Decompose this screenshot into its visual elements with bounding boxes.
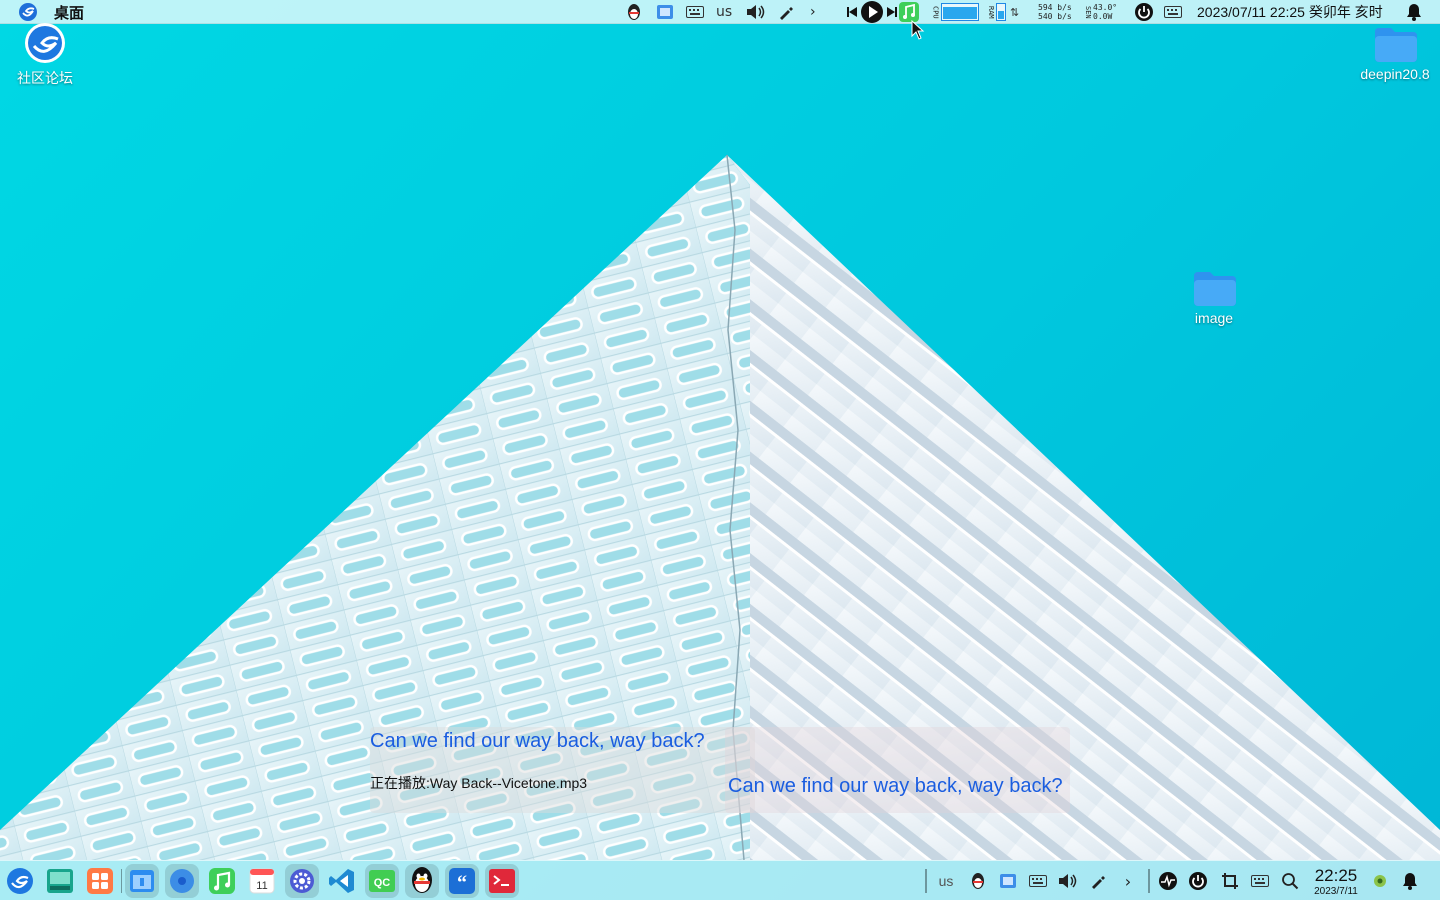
dock-app-qq[interactable] (405, 864, 439, 898)
sensor-label-icon: SEN (1084, 5, 1092, 19)
next-track-icon[interactable] (886, 0, 898, 24)
volume-icon[interactable] (746, 0, 766, 24)
network-speed: 594 b/s 540 b/s (1038, 3, 1072, 21)
dock-separator (1148, 869, 1150, 893)
screen-crop-icon[interactable] (1220, 871, 1240, 891)
dock-app-multitasking[interactable] (43, 864, 77, 898)
power-icon[interactable] (1134, 0, 1154, 24)
desktop-icon-label: 社区论坛 (17, 70, 73, 86)
dock-volume-icon[interactable] (1058, 871, 1078, 891)
search-icon[interactable] (1280, 871, 1300, 891)
calendar-icon: 11 (249, 868, 275, 894)
sensor-readout: 43.0° 0.0W (1093, 3, 1118, 21)
screenshot-tray-icon[interactable] (656, 0, 674, 24)
deepin-forum-icon (25, 23, 65, 63)
lyric-line-primary: Can we find our way back, way back? (370, 730, 705, 752)
dock-app-launcher[interactable] (3, 864, 37, 898)
now-playing-label: 正在播放:Way Back--Vicetone.mp3 (370, 775, 588, 791)
bug-tray-icon[interactable] (1370, 871, 1390, 891)
desktop-icon-image[interactable]: image (1178, 270, 1250, 326)
qt-label: QC (374, 877, 391, 889)
dock-app-browser[interactable] (165, 864, 199, 898)
dock-clock-time[interactable]: 22:25 (1306, 866, 1366, 886)
dock-keyboard-tray-icon[interactable] (1028, 871, 1048, 891)
app-store-icon (87, 868, 113, 894)
notification-bell-icon[interactable] (1405, 0, 1423, 24)
desktop-icon-forum[interactable]: 社区论坛 (12, 22, 78, 88)
dock-qq-tray-icon[interactable] (968, 871, 988, 891)
cpu-graph[interactable] (941, 0, 979, 24)
calendar-day: 11 (256, 880, 267, 892)
play-icon[interactable] (860, 0, 884, 24)
dock-app-app-store[interactable] (83, 864, 117, 898)
dock-app-terminal[interactable] (485, 864, 519, 898)
terminal-icon (489, 869, 515, 893)
dock-app-calendar[interactable]: 11 (245, 864, 279, 898)
dock-expand-icon[interactable]: › (1118, 871, 1138, 891)
dock-app-quote[interactable]: “ (445, 864, 479, 898)
desktop-icon-label: deepin20.8 (1360, 66, 1430, 82)
qq-tray-icon[interactable] (626, 0, 642, 24)
control-center-icon (290, 869, 314, 893)
music-icon (209, 868, 235, 894)
keyboard-tray-icon[interactable] (686, 0, 704, 24)
dock-pen-icon[interactable] (1088, 871, 1108, 891)
system-monitor-icon[interactable] (1158, 871, 1178, 891)
vscode-icon (329, 869, 354, 893)
previous-track-icon[interactable] (846, 0, 858, 24)
qt-creator-icon: QC (369, 870, 395, 892)
dock-input-method[interactable]: us (936, 871, 956, 891)
browser-icon (170, 869, 194, 893)
file-manager-icon (130, 870, 154, 892)
quote-icon: “ (449, 868, 475, 894)
mouse-cursor (911, 20, 925, 40)
dock-clock-date[interactable]: 2023/7/11 (1306, 886, 1366, 897)
lyric-widget-secondary[interactable] (725, 727, 1070, 813)
ram-graph[interactable] (996, 0, 1006, 24)
desktop-icon-deepin20-8[interactable]: deepin20.8 (1354, 26, 1436, 82)
cpu-label: CPU (931, 5, 940, 19)
expand-tray-icon[interactable]: › (810, 0, 816, 24)
dock-separator (121, 869, 122, 893)
deepin-menu-icon[interactable] (18, 0, 38, 24)
active-window-title: 桌面 (54, 4, 85, 22)
dock-screenshot-tray-icon[interactable] (998, 871, 1018, 891)
dock-power-icon[interactable] (1188, 871, 1208, 891)
dock-separator (925, 869, 927, 893)
net-arrows-icon: ⇅ (1010, 5, 1020, 19)
dock-app-file-manager[interactable] (125, 864, 159, 898)
desktop-icon-label: image (1194, 310, 1234, 326)
lyric-line-secondary: Can we find our way back, way back? (728, 775, 1063, 797)
ram-label: RAM (987, 5, 995, 19)
dock-notification-icon[interactable] (1400, 871, 1420, 891)
input-method-label[interactable]: us (716, 0, 732, 24)
dock-app-vscode[interactable] (325, 864, 359, 898)
top-clock[interactable]: 2023/07/11 22:25 癸卯年 亥时 (1197, 0, 1383, 24)
qq-icon (412, 867, 432, 893)
top-panel: 桌面 us › CPU RAM ⇅ 594 b/s 540 b/s SEN 43… (0, 0, 1440, 40)
svg-text:“: “ (457, 872, 467, 894)
deepin-launcher-icon (7, 868, 33, 894)
dock-app-qt-creator[interactable]: QC (365, 864, 399, 898)
dock-keyboard-layout-icon[interactable] (1250, 871, 1270, 891)
multitasking-icon (47, 869, 73, 893)
folder-icon (1375, 28, 1417, 62)
dock-app-music[interactable] (205, 864, 239, 898)
keyboard-layout-icon[interactable] (1164, 0, 1182, 24)
folder-icon (1194, 272, 1236, 306)
dock-app-control-center[interactable] (285, 864, 319, 898)
pen-tray-icon[interactable] (778, 0, 794, 24)
dock: 11 QC “ us › 22:25 2023/7/11 (0, 860, 1440, 900)
